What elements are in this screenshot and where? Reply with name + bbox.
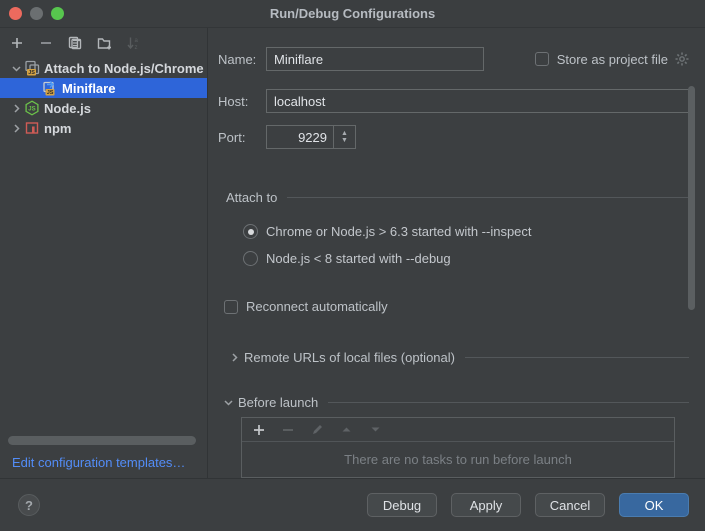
titlebar: Run/Debug Configurations [0,0,705,28]
spinner-down-icon[interactable]: ▼ [341,137,348,144]
tree-item-label: npm [44,121,71,136]
store-as-project-file-label: Store as project file [557,52,668,67]
store-as-project-file-checkbox[interactable] [535,52,549,66]
port-input[interactable] [267,126,333,148]
sort-alphabetically-icon: az [124,34,142,52]
svg-text:a: a [135,38,139,44]
run-debug-configurations-dialog: Run/Debug Configurations az [0,0,705,531]
attach-config-icon: JS [24,60,40,76]
npm-icon [24,120,40,136]
configurations-sidebar: az JS Attach to Node.js/Chrome JS [0,28,208,478]
before-launch-toolbar [242,418,674,442]
configuration-tree: JS Attach to Node.js/Chrome JS Miniflare [0,58,207,138]
miniflare-config-icon: JS [42,80,58,96]
section-divider [328,402,689,403]
move-task-up-icon [338,422,354,438]
vertical-scrollbar[interactable] [688,86,695,310]
port-label: Port: [218,130,266,145]
sidebar-toolbar: az [0,30,207,56]
attach-option-debug[interactable]: Node.js < 8 started with --debug [243,251,689,266]
window-controls [9,7,64,20]
before-launch-section-title: Before launch [238,395,318,410]
remote-urls-section-title: Remote URLs of local files (optional) [244,350,455,365]
tree-item-label: Miniflare [62,81,115,96]
remove-configuration-button[interactable] [37,34,55,52]
gear-icon[interactable] [675,52,689,66]
name-input[interactable] [266,47,484,71]
tree-item-attach-to-nodejs-chrome[interactable]: JS Attach to Node.js/Chrome [0,58,207,78]
tree-item-label: Attach to Node.js/Chrome [44,61,204,76]
debug-button[interactable]: Debug [367,493,437,517]
tree-item-nodejs[interactable]: JS Node.js [0,98,207,118]
reconnect-automatically-checkbox[interactable] [224,300,238,314]
port-stepper: ▲ ▼ [266,125,356,149]
reconnect-automatically-label: Reconnect automatically [246,299,388,314]
dialog-title: Run/Debug Configurations [0,6,705,21]
host-label: Host: [218,94,266,109]
nodejs-icon: JS [24,100,40,116]
section-divider [465,357,689,358]
chevron-right-icon[interactable] [226,353,242,362]
port-spinner-arrows[interactable]: ▲ ▼ [333,126,355,148]
zoom-window-button[interactable] [51,7,64,20]
configuration-form: Name: Store as project file Host: Port: [208,28,705,478]
tree-item-miniflare[interactable]: JS Miniflare [0,78,207,98]
section-divider [287,197,689,198]
horizontal-scrollbar[interactable] [8,436,196,445]
chevron-down-icon[interactable] [8,64,24,73]
help-button[interactable]: ? [18,494,40,516]
before-launch-empty-message: There are no tasks to run before launch [242,442,674,477]
tree-item-npm[interactable]: npm [0,118,207,138]
attach-to-section-title: Attach to [226,190,277,205]
svg-text:JS: JS [28,107,35,113]
add-configuration-button[interactable] [8,34,26,52]
attach-option-inspect[interactable]: Chrome or Node.js > 6.3 started with --i… [243,224,689,239]
apply-button[interactable]: Apply [451,493,521,517]
svg-text:JS: JS [47,90,54,96]
ok-button[interactable]: OK [619,493,689,517]
dialog-footer: ? Debug Apply Cancel OK [0,478,705,531]
new-folder-icon[interactable] [95,34,113,52]
name-label: Name: [218,52,266,67]
before-launch-panel: There are no tasks to run before launch [241,417,675,478]
add-task-button[interactable] [251,422,267,438]
chevron-right-icon[interactable] [8,124,24,133]
before-launch-section-header[interactable]: Before launch [220,395,689,410]
svg-text:z: z [135,45,138,50]
spinner-up-icon[interactable]: ▲ [341,130,348,137]
tree-item-label: Node.js [44,101,91,116]
chevron-right-icon[interactable] [8,104,24,113]
host-input[interactable] [266,89,689,113]
edit-configuration-templates-link[interactable]: Edit configuration templates… [0,451,207,478]
cancel-button[interactable]: Cancel [535,493,605,517]
minimize-window-button [30,7,43,20]
edit-task-pencil-icon [309,422,325,438]
radio-label: Node.js < 8 started with --debug [266,251,451,266]
move-task-down-icon [367,422,383,438]
remote-urls-section-header[interactable]: Remote URLs of local files (optional) [226,350,689,365]
reconnect-automatically-row[interactable]: Reconnect automatically [224,299,689,314]
chevron-down-icon[interactable] [220,398,236,407]
radio-selected[interactable] [243,224,258,239]
copy-configuration-icon[interactable] [66,34,84,52]
radio-unselected[interactable] [243,251,258,266]
radio-label: Chrome or Node.js > 6.3 started with --i… [266,224,532,239]
remove-task-button [280,422,296,438]
close-window-button[interactable] [9,7,22,20]
svg-text:JS: JS [28,70,35,76]
